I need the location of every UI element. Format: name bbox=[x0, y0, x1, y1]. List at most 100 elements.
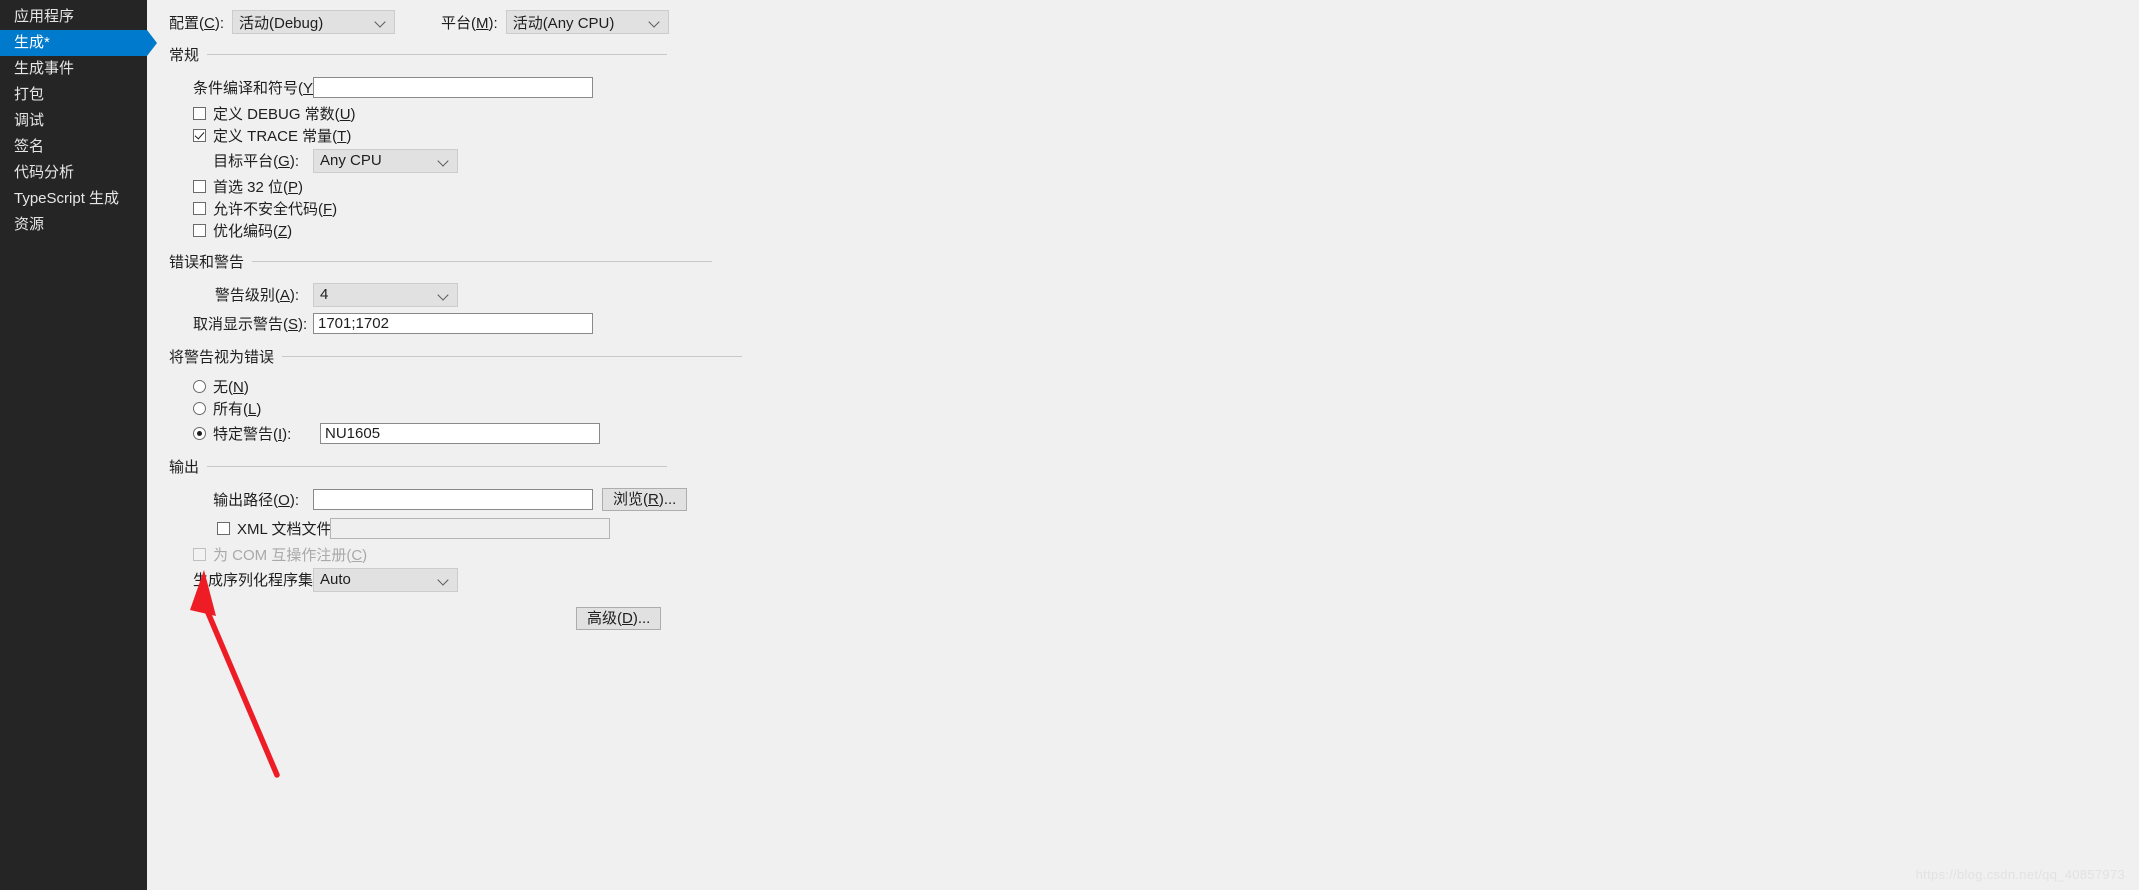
serialization-assembly-value: Auto bbox=[320, 571, 351, 588]
sidebar-item-label: 生成* bbox=[14, 34, 50, 51]
sidebar-item-signing[interactable]: 签名 bbox=[0, 134, 147, 160]
advanced-settings-button[interactable]: 高级(D)... bbox=[576, 606, 662, 630]
sidebar-item-label: TypeScript 生成 bbox=[14, 190, 120, 207]
prefer-32bit-checkbox[interactable] bbox=[193, 179, 206, 193]
define-debug-checkbox-row[interactable]: 定义 DEBUG 常数(U) bbox=[169, 102, 2139, 124]
target-platform-value: Any CPU bbox=[320, 152, 382, 169]
conditional-symbols-label: 条件编译和符号(Y): bbox=[193, 80, 322, 97]
advanced-button-row: 高级(D)... bbox=[169, 594, 2139, 642]
suppress-warnings-row: 取消显示警告(S): bbox=[169, 309, 2139, 338]
warnings-none-radio[interactable] bbox=[193, 379, 206, 393]
sidebar-item-package[interactable]: 打包 bbox=[0, 82, 147, 108]
chevron-down-icon bbox=[374, 15, 388, 29]
warning-level-dropdown[interactable]: 4 bbox=[313, 282, 458, 307]
warnings-as-errors-section-title: 将警告视为错误 bbox=[169, 349, 275, 366]
xml-doc-file-row: XML 文档文件(X): bbox=[169, 514, 2139, 543]
sidebar-item-label: 生成事件 bbox=[14, 60, 75, 77]
xml-doc-file-checkbox[interactable] bbox=[217, 522, 230, 535]
sidebar-item-code-analysis[interactable]: 代码分析 bbox=[0, 160, 147, 186]
sidebar-item-build-events[interactable]: 生成事件 bbox=[0, 56, 147, 82]
target-platform-dropdown[interactable]: Any CPU bbox=[313, 148, 458, 173]
output-section-title: 输出 bbox=[169, 459, 200, 476]
output-section: 输出 输出路径(O): 浏览(R)... XML 文档文件(X): 为 COM … bbox=[169, 456, 2139, 642]
sidebar-item-typescript-build[interactable]: TypeScript 生成 bbox=[0, 186, 147, 212]
suppress-warnings-input[interactable] bbox=[313, 313, 593, 334]
warnings-specific-label: 特定警告(I): bbox=[213, 426, 292, 443]
define-trace-checkbox-row[interactable]: 定义 TRACE 常量(T) bbox=[169, 124, 2139, 146]
errors-warnings-section-title: 错误和警告 bbox=[169, 254, 245, 271]
sidebar-item-label: 应用程序 bbox=[14, 8, 75, 25]
section-divider bbox=[252, 261, 713, 262]
build-settings-pane: 配置(C): 活动(Debug) 平台(M): 活动(Any CPU) 常规 条… bbox=[147, 0, 2139, 890]
optimize-code-checkbox[interactable] bbox=[193, 223, 206, 237]
prefer-32bit-checkbox-row[interactable]: 首选 32 位(P) bbox=[169, 175, 2139, 197]
warnings-all-radio[interactable] bbox=[193, 401, 206, 415]
general-section: 常规 条件编译和符号(Y): 定义 DEBUG 常数(U) 定义 TRACE 常… bbox=[169, 44, 2139, 241]
com-interop-label: 为 COM 互操作注册(C) bbox=[213, 546, 368, 564]
section-divider bbox=[207, 466, 668, 467]
chevron-down-icon bbox=[437, 288, 451, 302]
warning-level-row: 警告级别(A): 4 bbox=[169, 280, 2139, 309]
optimize-code-checkbox-row[interactable]: 优化编码(Z) bbox=[169, 219, 2139, 241]
chevron-down-icon bbox=[648, 15, 662, 29]
chevron-down-icon bbox=[437, 573, 451, 587]
platform-label: 平台(M): bbox=[441, 14, 498, 32]
optimize-code-label: 优化编码(Z) bbox=[213, 222, 293, 240]
configuration-value: 活动(Debug) bbox=[239, 14, 324, 32]
configuration-label: 配置(C): bbox=[169, 14, 225, 32]
warnings-specific-radio[interactable] bbox=[193, 427, 206, 440]
warnings-specific-input[interactable] bbox=[320, 423, 600, 444]
conditional-symbols-input[interactable] bbox=[313, 77, 593, 98]
sidebar-item-label: 签名 bbox=[14, 138, 45, 155]
xml-doc-file-label: XML 文档文件(X): bbox=[237, 521, 356, 538]
general-section-title: 常规 bbox=[169, 47, 200, 64]
warnings-none-label: 无(N) bbox=[213, 378, 249, 396]
output-path-label: 输出路径(O): bbox=[213, 492, 299, 509]
target-platform-label: 目标平台(G): bbox=[213, 153, 299, 170]
com-interop-checkbox-row: 为 COM 互操作注册(C) bbox=[169, 543, 2139, 565]
sidebar-item-resources[interactable]: 资源 bbox=[0, 212, 147, 238]
sidebar-item-label: 调试 bbox=[14, 112, 45, 129]
section-divider bbox=[207, 54, 668, 55]
warnings-all-radio-row[interactable]: 所有(L) bbox=[169, 397, 2139, 419]
serialization-assembly-dropdown[interactable]: Auto bbox=[313, 567, 458, 592]
prefer-32bit-label: 首选 32 位(P) bbox=[213, 178, 304, 196]
define-debug-label: 定义 DEBUG 常数(U) bbox=[213, 105, 356, 123]
sidebar-item-label: 打包 bbox=[14, 86, 45, 103]
allow-unsafe-checkbox-row[interactable]: 允许不安全代码(F) bbox=[169, 197, 2139, 219]
browse-output-path-button[interactable]: 浏览(R)... bbox=[602, 488, 688, 511]
errors-warnings-section-header: 错误和警告 bbox=[169, 251, 2139, 272]
sidebar-item-build[interactable]: 生成* bbox=[0, 30, 157, 56]
serialization-assembly-row: 生成序列化程序集(E): Auto bbox=[169, 565, 2139, 594]
allow-unsafe-checkbox[interactable] bbox=[193, 201, 206, 215]
section-divider bbox=[282, 356, 743, 357]
warning-level-label: 警告级别(A): bbox=[214, 287, 299, 304]
target-platform-row: 目标平台(G): Any CPU bbox=[169, 146, 2139, 175]
output-path-input[interactable] bbox=[313, 489, 593, 510]
suppress-warnings-label: 取消显示警告(S): bbox=[193, 316, 308, 333]
configuration-bar: 配置(C): 活动(Debug) 平台(M): 活动(Any CPU) bbox=[165, 0, 2139, 44]
output-section-header: 输出 bbox=[169, 456, 2139, 477]
sidebar-item-debug[interactable]: 调试 bbox=[0, 108, 147, 134]
xml-doc-file-input[interactable] bbox=[330, 518, 610, 539]
watermark-text: https://blog.csdn.net/qq_40857973 bbox=[1915, 867, 2125, 882]
serialization-assembly-label: 生成序列化程序集(E): bbox=[193, 572, 337, 589]
warnings-all-label: 所有(L) bbox=[213, 400, 262, 418]
warnings-specific-radio-row[interactable]: 特定警告(I): bbox=[169, 419, 2139, 448]
define-trace-checkbox[interactable] bbox=[193, 128, 206, 142]
platform-value: 活动(Any CPU) bbox=[512, 14, 615, 32]
sidebar-item-label: 资源 bbox=[14, 216, 45, 233]
warning-level-value: 4 bbox=[320, 286, 329, 303]
conditional-symbols-row: 条件编译和符号(Y): bbox=[169, 73, 2139, 102]
warnings-as-errors-section-header: 将警告视为错误 bbox=[169, 346, 2139, 367]
define-debug-checkbox[interactable] bbox=[193, 106, 206, 120]
sidebar: 应用程序 生成* 生成事件 打包 调试 签名 代码分析 TypeScript 生… bbox=[0, 0, 157, 890]
sidebar-item-application[interactable]: 应用程序 bbox=[0, 4, 147, 30]
platform-dropdown[interactable]: 活动(Any CPU) bbox=[505, 10, 669, 34]
configuration-dropdown[interactable]: 活动(Debug) bbox=[232, 10, 396, 34]
chevron-down-icon bbox=[437, 154, 451, 168]
allow-unsafe-label: 允许不安全代码(F) bbox=[213, 200, 338, 218]
warnings-none-radio-row[interactable]: 无(N) bbox=[169, 375, 2139, 397]
warnings-as-errors-section: 将警告视为错误 无(N) 所有(L) 特定警告(I): bbox=[169, 346, 2139, 448]
com-interop-checkbox bbox=[193, 547, 206, 561]
